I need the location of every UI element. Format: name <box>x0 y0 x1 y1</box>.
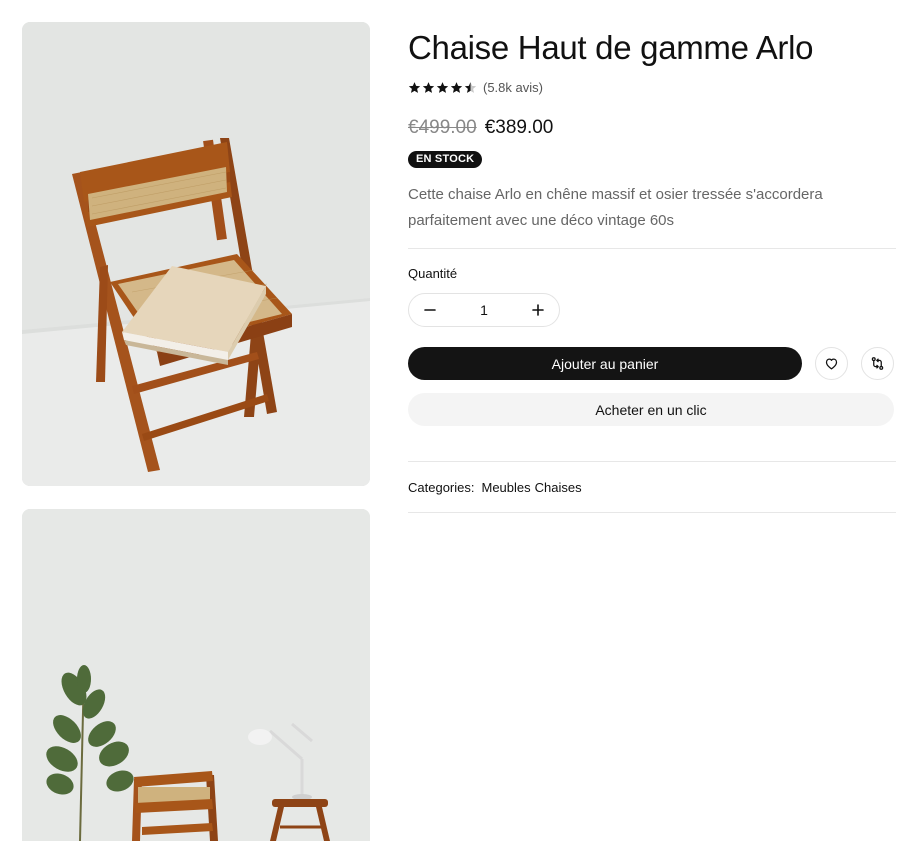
purchase-actions: Ajouter au panier <box>408 347 896 381</box>
divider <box>408 512 896 514</box>
categories-label: Categories: <box>408 479 475 495</box>
compare-button[interactable] <box>861 347 894 381</box>
product-image-room[interactable] <box>22 509 370 841</box>
star-icon <box>408 82 421 94</box>
plus-icon <box>532 304 544 317</box>
divider <box>408 248 896 250</box>
category-link-chaises[interactable]: Chaises <box>535 480 582 495</box>
star-icon <box>422 82 435 94</box>
sale-price: €389.00 <box>484 117 554 139</box>
star-rating <box>408 81 477 94</box>
product-info: Chaise Haut de gamme Arlo (5.8k avis) €4… <box>408 29 896 514</box>
categories-row: Categories: Meubles Chaises <box>408 462 896 512</box>
star-icon <box>436 82 449 94</box>
quantity-label: Quantité <box>408 266 458 282</box>
wishlist-button[interactable] <box>815 347 848 381</box>
product-gallery <box>22 22 370 841</box>
quantity-value[interactable]: 1 <box>480 302 488 318</box>
buy-now-button[interactable]: Acheter en un clic <box>408 393 894 427</box>
stock-badge: EN STOCK <box>408 151 483 169</box>
product-title: Chaise Haut de gamme Arlo <box>408 29 814 66</box>
quantity-stepper: 1 <box>408 293 560 328</box>
star-icon <box>450 82 463 94</box>
price-row: €499.00 €389.00 <box>408 117 896 139</box>
compare-icon <box>871 357 884 371</box>
add-to-cart-button[interactable]: Ajouter au panier <box>408 347 802 381</box>
decrease-quantity-button[interactable] <box>421 301 439 319</box>
category-link-meubles[interactable]: Meubles <box>481 480 530 495</box>
minus-icon <box>424 309 436 312</box>
product-image-chair[interactable] <box>22 22 370 486</box>
rating-row[interactable]: (5.8k avis) <box>408 80 896 95</box>
heart-icon <box>825 358 838 370</box>
product-description: Cette chaise Arlo en chêne massif et osi… <box>408 186 823 230</box>
old-price: €499.00 <box>408 117 477 139</box>
review-count[interactable]: (5.8k avis) <box>483 80 543 95</box>
increase-quantity-button[interactable] <box>529 301 547 319</box>
star-half-icon <box>464 82 477 94</box>
